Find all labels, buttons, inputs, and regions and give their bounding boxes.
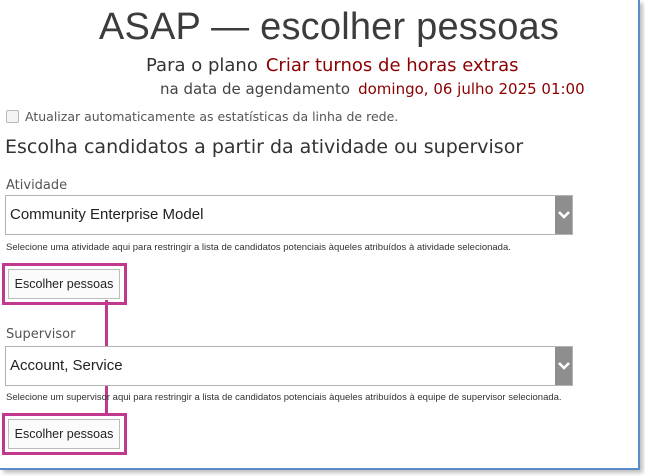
activity-select[interactable]: Community Enterprise Model	[5, 195, 573, 235]
date-prefix: na data de agendamento	[160, 80, 351, 98]
supervisor-selected-value: Account, Service	[10, 357, 123, 374]
plan-prefix: Para o plano	[146, 55, 258, 76]
supervisor-label: Supervisor	[6, 327, 76, 342]
page-title: ASAP — escolher pessoas	[98, 6, 560, 48]
section-heading: Escolha candidatos a partir da atividade…	[5, 136, 524, 158]
chevron-down-icon[interactable]	[555, 347, 572, 385]
plan-line: Para o plano Criar turnos de horas extras	[146, 55, 519, 76]
dialog-frame: ASAP — escolher pessoas Para o plano Cria…	[0, 0, 640, 470]
supervisor-help-text: Selecione um supervisor aqui para restri…	[6, 392, 562, 403]
activity-help-text: Selecione uma atividade aqui para restri…	[6, 242, 511, 253]
activity-choose-people-button[interactable]: Escolher pessoas	[8, 269, 120, 299]
plan-name: Criar turnos de horas extras	[265, 55, 519, 76]
supervisor-choose-people-button[interactable]: Escolher pessoas	[8, 419, 120, 449]
supervisor-select[interactable]: Account, Service	[5, 346, 573, 386]
auto-update-option: Atualizar automaticamente as estatística…	[6, 109, 398, 124]
chevron-down-icon[interactable]	[555, 196, 572, 234]
date-line: na data de agendamento domingo, 06 julho …	[160, 80, 585, 98]
activity-label: Atividade	[6, 178, 68, 193]
schedule-date: domingo, 06 julho 2025 01:00	[358, 80, 585, 98]
auto-update-checkbox[interactable]	[6, 110, 19, 123]
auto-update-label: Atualizar automaticamente as estatística…	[25, 109, 399, 124]
activity-selected-value: Community Enterprise Model	[10, 206, 204, 223]
